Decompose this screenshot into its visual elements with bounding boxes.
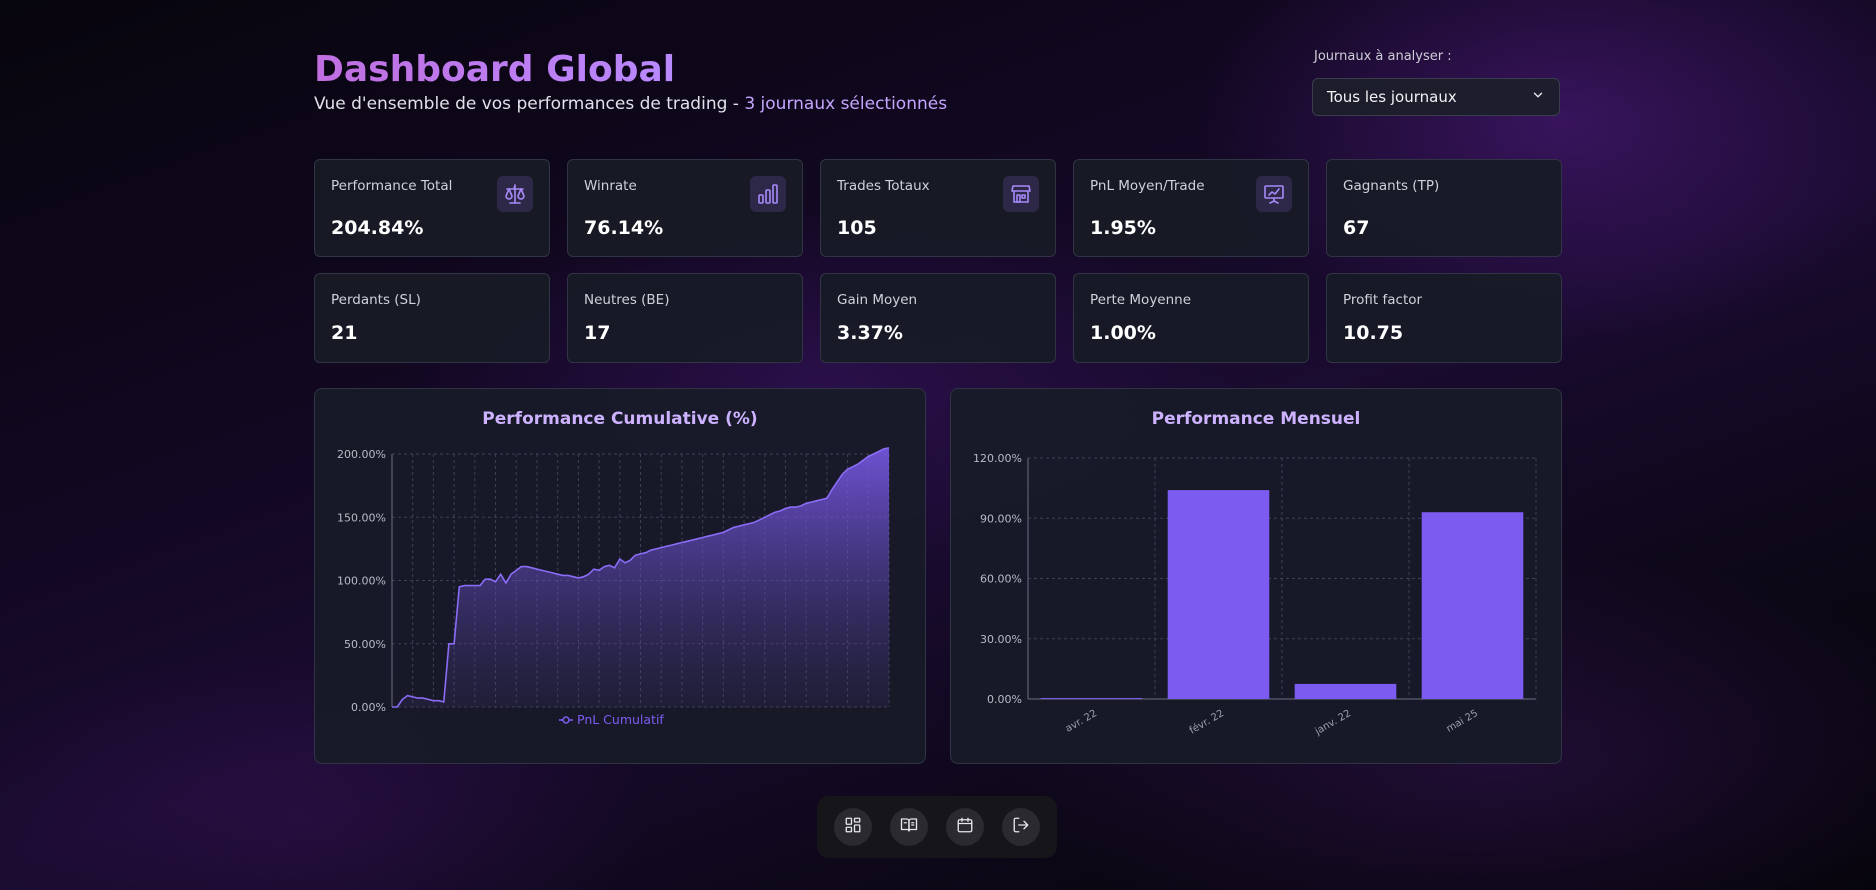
stat-card-winrate: Winrate 76.14% bbox=[567, 159, 803, 257]
x-tick-label: févr. 22 bbox=[1187, 707, 1226, 736]
y-tick-label: 120.00% bbox=[973, 452, 1022, 465]
monthly-chart[interactable]: 0.00% 30.00% 60.00% 90.00% 120.00% avr. 22 fév… bbox=[951, 389, 1563, 765]
stat-card-gagnants: Gagnants (TP) 67 bbox=[1326, 159, 1562, 257]
journal-filter-label: Journaux à analyser : bbox=[1314, 49, 1452, 64]
journal-book-icon bbox=[900, 816, 918, 838]
calendar-button[interactable] bbox=[946, 808, 984, 846]
cumulative-chart[interactable]: 0.00% 50.00% 100.00% 150.00% 200.00% PnL Cumu… bbox=[315, 389, 927, 765]
stat-value: 10.75 bbox=[1343, 322, 1404, 344]
stat-card-perte-moyenne: Perte Moyenne 1.00% bbox=[1073, 273, 1309, 363]
x-tick-label: avr. 22 bbox=[1064, 708, 1099, 735]
stat-label: Profit factor bbox=[1343, 292, 1423, 308]
journal-select-value: Tous les journaux bbox=[1327, 88, 1457, 106]
logout-icon bbox=[1012, 816, 1030, 838]
bar bbox=[1167, 490, 1270, 699]
y-tick-label: 50.00% bbox=[344, 638, 386, 651]
cumulative-chart-panel: Performance Cumulative (%) 0.00% 50.00% 10… bbox=[314, 388, 926, 764]
subtitle-text: Vue d'ensemble de vos performances de tr… bbox=[314, 94, 745, 114]
stat-value: 1.95% bbox=[1090, 217, 1156, 239]
stat-value: 3.37% bbox=[837, 322, 903, 344]
bar bbox=[1421, 512, 1524, 699]
stat-label: Perdants (SL) bbox=[331, 292, 421, 308]
stat-value: 204.84% bbox=[331, 217, 424, 239]
stat-value: 1.00% bbox=[1090, 322, 1156, 344]
stat-label: Perte Moyenne bbox=[1090, 292, 1192, 308]
y-tick-label: 90.00% bbox=[980, 512, 1022, 525]
x-tick-label: mai 25 bbox=[1445, 708, 1480, 735]
y-tick-label: 60.00% bbox=[980, 573, 1022, 586]
y-tick-label: 100.00% bbox=[337, 575, 386, 588]
dashboard-button[interactable] bbox=[834, 808, 872, 846]
stat-label: Trades Totaux bbox=[837, 178, 930, 194]
legend-label: PnL Cumulatif bbox=[577, 712, 664, 727]
y-tick-label: 30.00% bbox=[980, 633, 1022, 646]
journal-select[interactable]: Tous les journaux bbox=[1312, 78, 1560, 116]
stat-value: 67 bbox=[1343, 217, 1370, 239]
bar-chart-icon bbox=[750, 176, 786, 212]
stat-value: 21 bbox=[331, 322, 358, 344]
stat-label: Gain Moyen bbox=[837, 292, 918, 308]
scale-icon bbox=[497, 176, 533, 212]
stat-label: PnL Moyen/Trade bbox=[1090, 178, 1205, 194]
monthly-chart-panel: Performance Mensuel 0.00% 30.00% 60.00% 90.… bbox=[950, 388, 1562, 764]
stat-card-perdants: Perdants (SL) 21 bbox=[314, 273, 550, 363]
bar bbox=[1294, 683, 1397, 699]
calendar-icon bbox=[956, 816, 974, 838]
store-icon bbox=[1003, 176, 1039, 212]
x-tick-label: janv. 22 bbox=[1312, 708, 1353, 738]
y-tick-label: 200.00% bbox=[337, 448, 386, 461]
stat-value: 17 bbox=[584, 322, 611, 344]
presentation-chart-icon bbox=[1256, 176, 1292, 212]
legend-marker bbox=[562, 716, 570, 724]
stat-card-pnl-moyen: PnL Moyen/Trade 1.95% bbox=[1073, 159, 1309, 257]
stat-card-neutres: Neutres (BE) 17 bbox=[567, 273, 803, 363]
bottom-dock bbox=[817, 796, 1057, 858]
stat-value: 76.14% bbox=[584, 217, 664, 239]
subtitle-journals-count: 3 journaux sélectionnés bbox=[744, 94, 948, 114]
bar bbox=[1040, 698, 1143, 699]
dashboard-icon bbox=[844, 816, 862, 838]
stat-card-trades-total: Trades Totaux 105 bbox=[820, 159, 1056, 257]
stat-label: Winrate bbox=[584, 178, 637, 194]
y-tick-label: 0.00% bbox=[351, 701, 386, 714]
page-subtitle: Vue d'ensemble de vos performances de tr… bbox=[314, 94, 947, 114]
chevron-down-icon bbox=[1531, 88, 1545, 106]
stat-value: 105 bbox=[837, 217, 877, 239]
y-tick-label: 150.00% bbox=[337, 511, 386, 524]
page-title: Dashboard Global bbox=[314, 49, 676, 90]
stat-card-gain-moyen: Gain Moyen 3.37% bbox=[820, 273, 1056, 363]
stat-label: Gagnants (TP) bbox=[1343, 178, 1440, 194]
stat-card-profit-factor: Profit factor 10.75 bbox=[1326, 273, 1562, 363]
journal-button[interactable] bbox=[890, 808, 928, 846]
stat-card-performance-total: Performance Total 204.84% bbox=[314, 159, 550, 257]
y-tick-label: 0.00% bbox=[987, 693, 1022, 706]
logout-button[interactable] bbox=[1002, 808, 1040, 846]
stat-label: Performance Total bbox=[331, 178, 453, 194]
stat-label: Neutres (BE) bbox=[584, 292, 670, 308]
